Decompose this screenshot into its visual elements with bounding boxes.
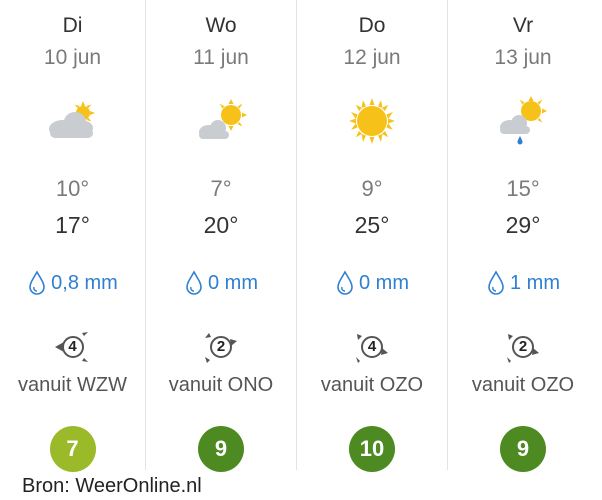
precipitation: 0 mm <box>297 270 447 296</box>
day-date: 10 jun <box>43 46 102 69</box>
day-name: Do <box>358 14 386 37</box>
wind-indicator: 2 <box>503 330 543 366</box>
wind-indicator: 4 <box>53 330 93 366</box>
wind-force: 4 <box>68 338 77 355</box>
temp-min: 15° <box>506 176 540 201</box>
sun-behind-cloud-icon <box>199 99 247 139</box>
wind-direction: vanuit ONO <box>168 374 274 396</box>
wind-indicator: 2 <box>201 330 241 366</box>
wind-force: 2 <box>518 338 528 355</box>
raindrop-icon <box>29 270 45 295</box>
weather-score-badge: 9 <box>500 426 546 472</box>
precip-amount: 0 mm <box>208 271 258 294</box>
wind-direction: vanuit OZO <box>471 374 575 396</box>
raindrop-icon <box>186 270 202 295</box>
day-name: Di <box>62 14 83 37</box>
precip-amount: 0 mm <box>359 271 409 294</box>
temp-min: 10° <box>55 176 90 201</box>
wind-direction: vanuit WZW <box>18 374 127 396</box>
raindrop-icon <box>337 270 353 295</box>
temp-max: 20° <box>203 212 239 238</box>
forecast-day: Vr 13 jun 15° 29° 1 mm 2 vanuit OZO 9 <box>447 0 598 472</box>
temp-max: 17° <box>55 212 90 238</box>
temp-max: 25° <box>354 212 390 238</box>
weather-score-badge: 10 <box>349 426 395 472</box>
weather-score-badge: 9 <box>198 426 244 472</box>
wind-indicator: 4 <box>352 330 392 366</box>
precipitation: 1 mm <box>448 270 598 296</box>
temp-min: 7° <box>210 176 232 201</box>
wind-force: 2 <box>216 338 226 355</box>
wind-direction: vanuit OZO <box>320 374 424 396</box>
forecast-day: Do 12 jun 9° 25° 0 mm 4 vanuit OZO 10 <box>296 0 447 472</box>
weather-score-badge: 7 <box>49 426 96 472</box>
precip-amount: 1 mm <box>510 271 560 294</box>
day-date: 11 jun <box>193 46 249 69</box>
forecast-day: Wo 11 jun 7° 20° 0 mm 2 vanuit ONO 9 <box>145 0 296 472</box>
day-name: Wo <box>205 14 237 37</box>
sun-icon <box>349 98 395 144</box>
precipitation: 0 mm <box>146 270 296 296</box>
sun-cloud-rain-icon <box>500 96 547 145</box>
day-date: 13 jun <box>494 46 552 69</box>
raindrop-icon <box>488 270 504 295</box>
temp-max: 29° <box>505 212 541 238</box>
precip-amount: 0,8 mm <box>51 271 118 294</box>
source-credit: Bron: WeerOnline.nl <box>22 475 202 497</box>
day-name: Vr <box>512 14 534 37</box>
wind-force: 4 <box>367 338 377 355</box>
partly-cloudy-icon <box>48 101 95 138</box>
temp-min: 9° <box>361 176 383 201</box>
precipitation: 0,8 mm <box>0 270 145 296</box>
day-date: 12 jun <box>343 46 401 69</box>
forecast-day: Di 10 jun 10° 17° 0,8 mm 4 vanuit WZW 7 <box>0 0 145 472</box>
weather-forecast: Di 10 jun 10° 17° 0,8 mm 4 vanuit WZW 7 … <box>0 0 602 472</box>
